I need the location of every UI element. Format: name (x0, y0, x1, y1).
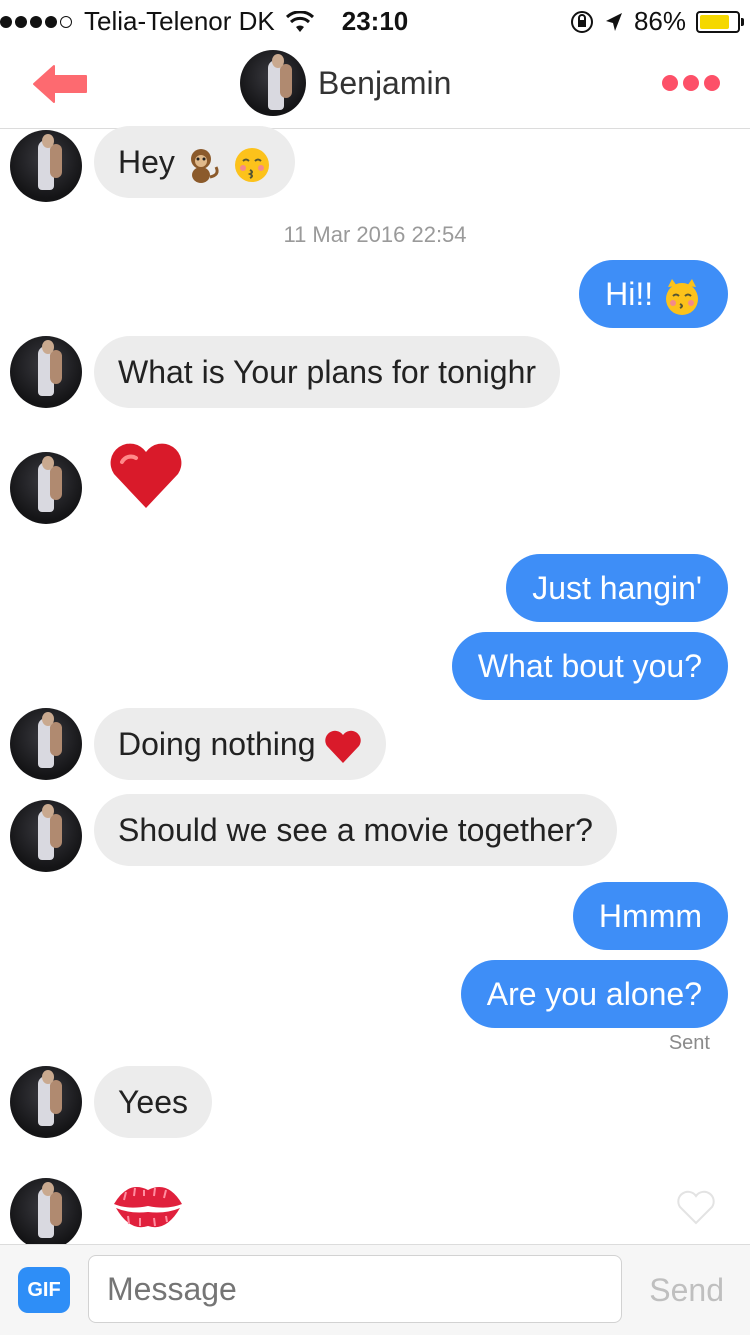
incoming-bubble: Yees (94, 1066, 212, 1138)
message-text: Hmmm (598, 898, 702, 934)
message-text: Are you alone? (486, 976, 702, 1012)
contact-avatar[interactable] (10, 336, 82, 408)
sent-status: Sent (668, 1032, 710, 1054)
incoming-bubble: Doing nothing (94, 708, 387, 780)
conversation-timestamp: 11 Mar 2016 22:54 (283, 222, 467, 247)
outgoing-bubble: What bout you? (451, 632, 728, 700)
contact-name: Benjamin (318, 64, 452, 101)
message-text: What bout you? (477, 648, 702, 684)
message-composer: GIF Send (0, 1244, 750, 1335)
outgoing-bubble: Hmmm (572, 882, 728, 950)
kissing-smiling-eyes-emoji-icon (234, 147, 269, 182)
battery-level (700, 14, 729, 29)
message-row (10, 130, 82, 202)
contact-avatar[interactable] (10, 800, 82, 872)
contact-avatar[interactable] (10, 708, 82, 780)
more-options-icon[interactable] (662, 75, 720, 91)
kissing-cat-emoji-icon (666, 278, 698, 315)
message-text: Hey (118, 144, 175, 180)
incoming-bubble: Should we see a movie together? (94, 794, 617, 866)
kiss-mark-emoji-icon (114, 1187, 182, 1228)
incoming-bubble: Hey (94, 126, 295, 198)
message-text: What is Your plans for tonighr (118, 354, 537, 390)
contact-avatar[interactable] (10, 1066, 82, 1138)
red-heart-emoji-icon (110, 443, 182, 508)
like-heart-icon[interactable] (676, 1190, 716, 1226)
message-row (10, 708, 82, 780)
contact-avatar[interactable] (10, 130, 82, 202)
message-row (10, 1178, 82, 1244)
heart-emoji-icon (325, 730, 362, 763)
message-text: Hi!! (605, 276, 654, 312)
battery-icon (696, 10, 744, 33)
status-right: 86% (570, 6, 744, 37)
status-bar: Telia-Telenor DK 23:10 86% (0, 0, 750, 40)
message-row (10, 336, 82, 408)
location-arrow-icon (605, 12, 622, 31)
outgoing-bubble: Just hangin' (506, 554, 728, 622)
contact-avatar[interactable] (10, 452, 82, 524)
outgoing-bubble: Are you alone? (460, 960, 728, 1028)
header-contact[interactable]: Benjamin (240, 50, 451, 116)
rotation-lock-icon (570, 10, 593, 33)
battery-percent: 86% (633, 6, 686, 36)
header-avatar[interactable] (240, 50, 306, 116)
message-text: Doing nothing (118, 726, 316, 762)
chat-header: Benjamin (0, 40, 750, 129)
message-text: Yees (118, 1084, 188, 1120)
incoming-bubble: What is Your plans for tonighr (94, 336, 561, 408)
message-text: Just hangin' (532, 570, 702, 606)
message-row (10, 1066, 82, 1138)
contact-avatar[interactable] (10, 1178, 82, 1244)
send-button[interactable]: Send (649, 1267, 724, 1313)
back-arrow-icon[interactable] (30, 62, 90, 106)
message-row (10, 452, 82, 524)
gif-button[interactable]: GIF (18, 1267, 70, 1313)
message-input[interactable] (88, 1255, 622, 1323)
monkey-emoji-icon (190, 148, 219, 183)
outgoing-bubble: Hi!! (579, 260, 728, 328)
message-row (10, 800, 82, 872)
message-text: Should we see a movie together? (118, 812, 593, 848)
